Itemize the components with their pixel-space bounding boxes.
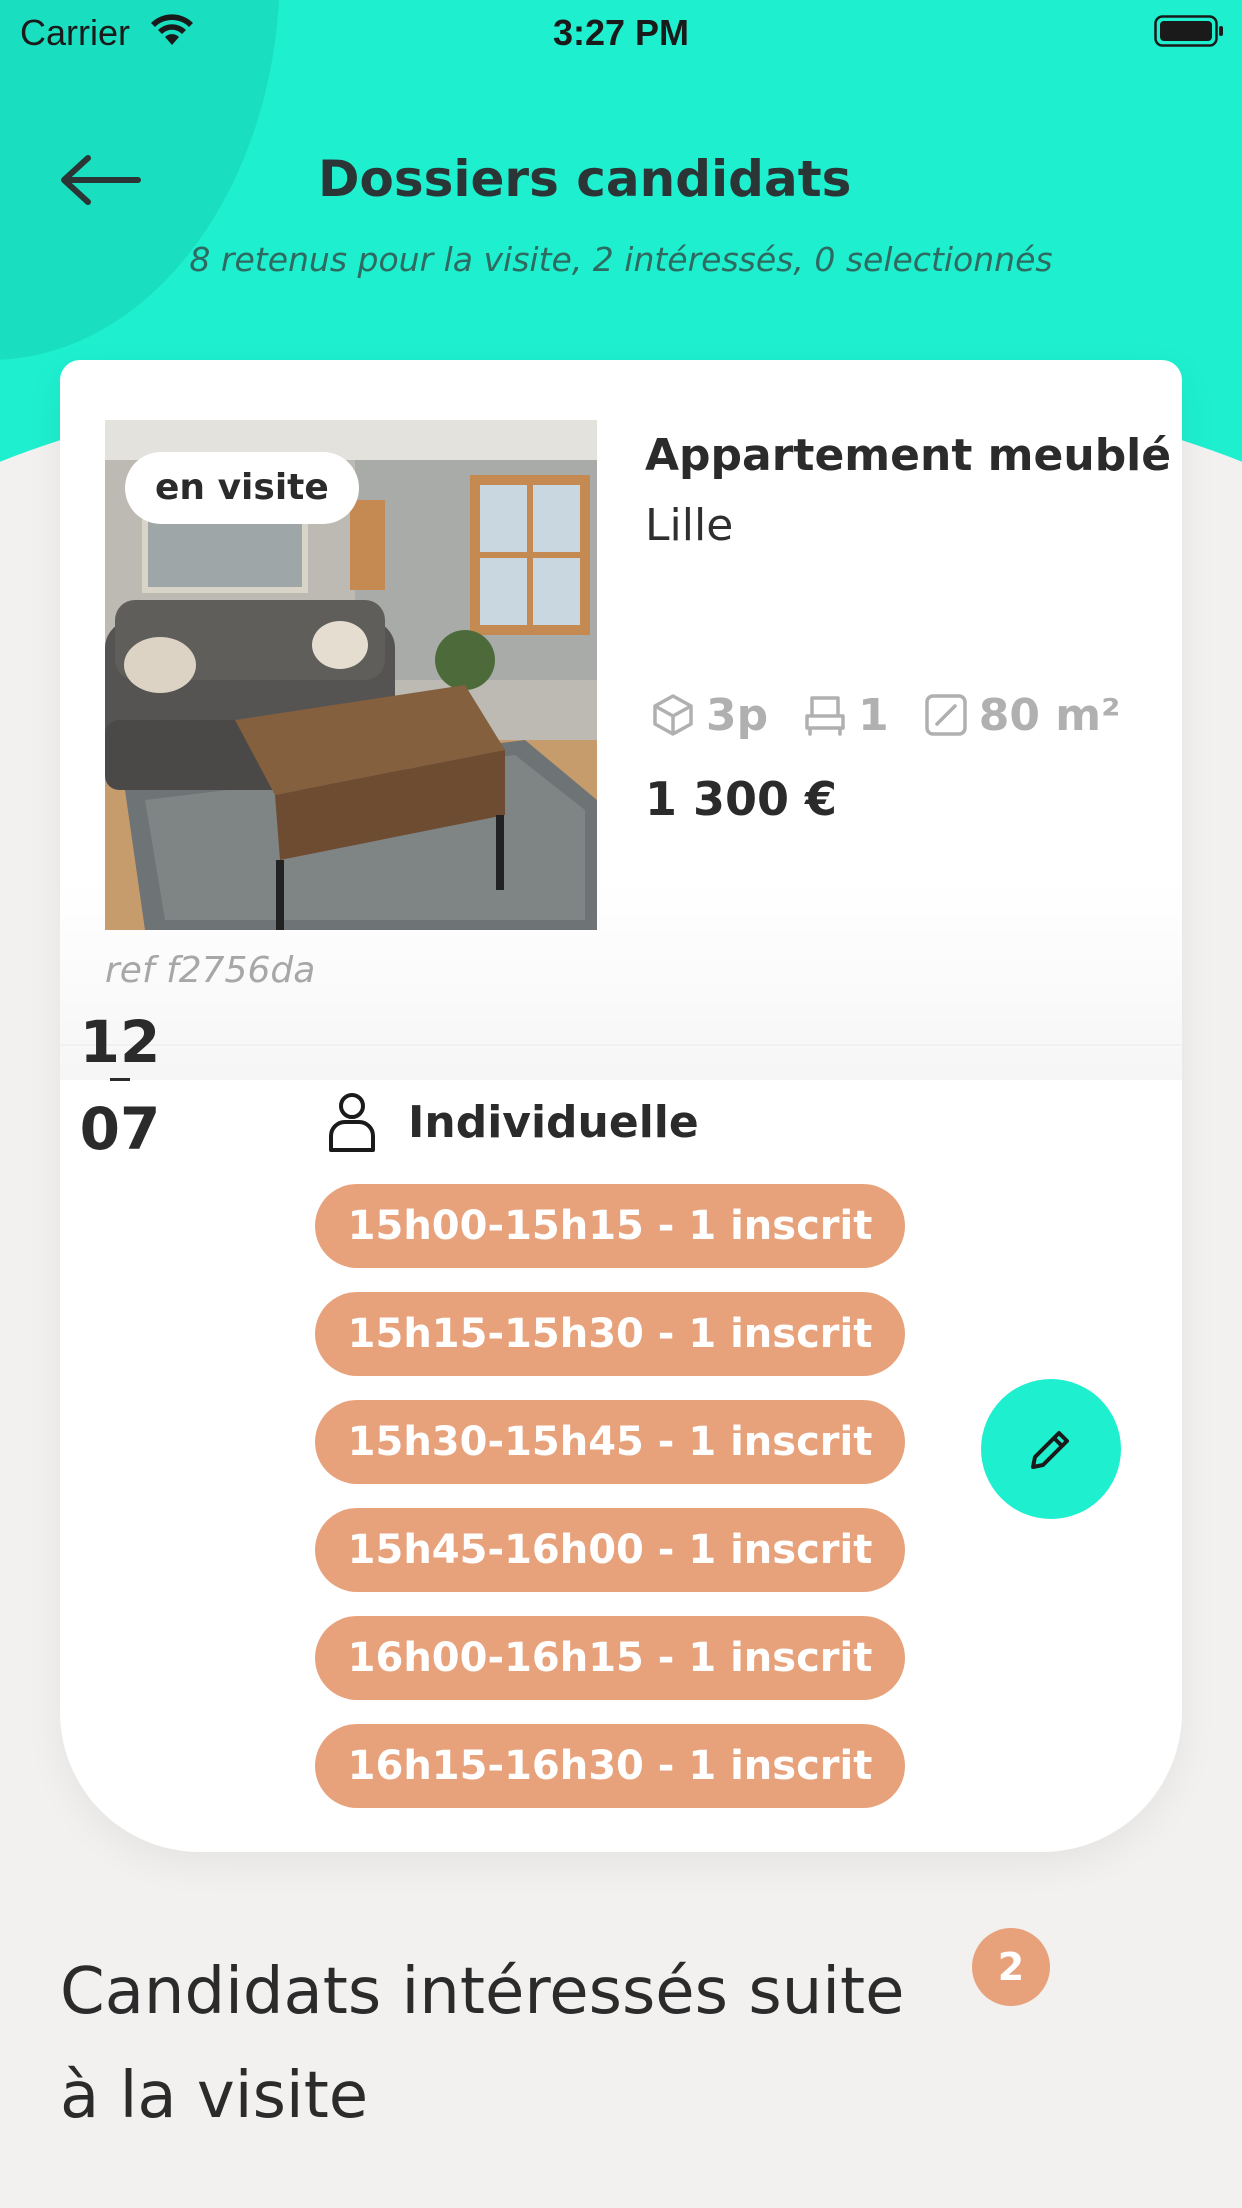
listing-city: Lille xyxy=(645,500,734,551)
pencil-icon xyxy=(1031,1431,1069,1469)
date-separator xyxy=(110,1078,130,1081)
time-slot[interactable]: 16h15-16h30 - 1 inscrit xyxy=(315,1724,905,1808)
visit-date-month: 07 xyxy=(79,1095,161,1163)
battery-icon xyxy=(1154,15,1223,47)
time-slot[interactable]: 15h15-15h30 - 1 inscrit xyxy=(315,1292,905,1376)
count-badge: 2 xyxy=(972,1928,1050,2006)
time-slot[interactable]: 15h00-15h15 - 1 inscrit xyxy=(315,1184,905,1268)
status-badge: en visite xyxy=(125,452,359,524)
arrow-left-icon xyxy=(61,155,141,205)
listing-reference: ref f2756da xyxy=(105,950,316,991)
page-subtitle: 8 retenus pour la visite, 2 intéressés, … xyxy=(189,240,1053,279)
clock: 3:27 PM xyxy=(552,12,690,53)
screen: Carrier 3:27 PM Dossiers candidats 8 ret… xyxy=(0,0,1242,2208)
visit-date: 12 07 xyxy=(50,1010,190,1161)
property-photo[interactable]: en visite xyxy=(105,420,597,930)
status-bar: Carrier 3:27 PM xyxy=(0,0,1242,60)
visit-date-day: 12 xyxy=(79,1008,161,1076)
back-button[interactable] xyxy=(56,150,146,210)
rooms-feature: 3p xyxy=(650,690,768,741)
time-slot[interactable]: 16h00-16h15 - 1 inscrit xyxy=(315,1616,905,1700)
bed-icon xyxy=(805,696,845,736)
edit-visit-button[interactable] xyxy=(981,1379,1121,1519)
person-icon xyxy=(329,1093,375,1152)
beds-value: 1 xyxy=(858,689,889,741)
listing-price: 1 300 € xyxy=(645,772,838,826)
card-divider xyxy=(60,1044,1182,1046)
listing-title: Appartement meublé xyxy=(645,430,1172,481)
visit-type-label: Individuelle xyxy=(408,1096,699,1148)
visit-type: Individuelle xyxy=(326,1090,699,1154)
time-slot-list: 15h00-15h15 - 1 inscrit 15h15-15h30 - 1 … xyxy=(315,1184,905,1832)
time-slot[interactable]: 15h45-16h00 - 1 inscrit xyxy=(315,1508,905,1592)
area-value: 80 m² xyxy=(978,689,1121,741)
rooms-value: 3p xyxy=(706,689,769,741)
cube-icon xyxy=(653,694,693,736)
beds-feature: 1 xyxy=(802,690,889,741)
section-title: Candidats intéressés suite à la visite xyxy=(60,1955,905,2133)
area-feature: 80 m² xyxy=(923,689,1121,741)
page-title: Dossiers candidats xyxy=(318,150,852,208)
time-slot[interactable]: 15h30-15h45 - 1 inscrit xyxy=(315,1400,905,1484)
area-icon xyxy=(925,694,967,736)
listing-features: 3p 1 80 m² xyxy=(650,685,1154,745)
